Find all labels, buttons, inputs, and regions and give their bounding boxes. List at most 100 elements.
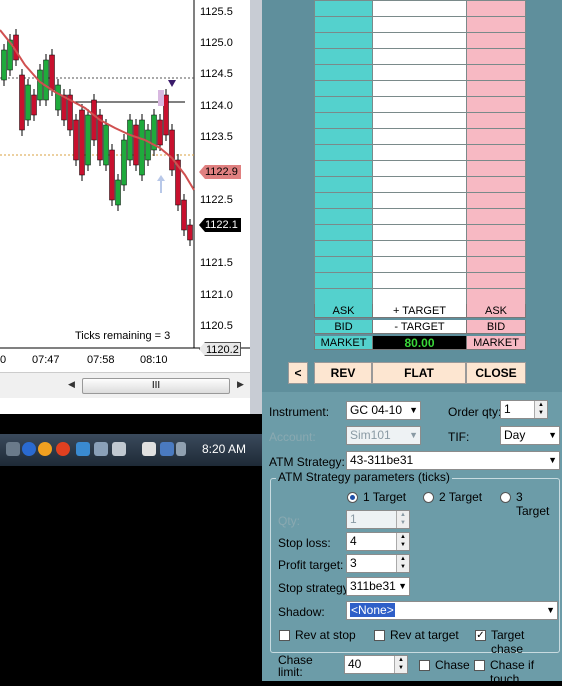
scroll-right-icon[interactable]: ▶ (237, 379, 244, 390)
chase-limit-label: Chase limit: (278, 653, 313, 679)
y-tick-label: 1123.5 (200, 131, 233, 143)
x-tick-label: 07:47 (32, 354, 60, 366)
market-sell-button[interactable]: MARKET (466, 336, 526, 350)
price-ladder[interactable]: ASK + TARGET ASK BID - TARGET BID MARKET… (314, 0, 526, 352)
scroll-left-icon[interactable]: ◀ (68, 379, 75, 390)
tif-select[interactable]: Day ▼ (500, 426, 560, 445)
y-tick-label: 1124.5 (200, 68, 233, 80)
target-chase-label[interactable]: Target chase (491, 628, 559, 656)
scrollbar-thumb[interactable]: III (82, 378, 230, 394)
tray-browser-icon[interactable] (38, 442, 52, 456)
last-price-tag: 1122.1 (199, 218, 241, 232)
chevron-down-icon: ▼ (548, 430, 557, 440)
shadow-select[interactable]: <None> ▼ (346, 601, 558, 620)
chase-if-touch-checkbox[interactable] (474, 660, 485, 671)
tray-app-icon[interactable] (6, 442, 20, 456)
chevron-down-icon: ▼ (398, 581, 407, 591)
tray-app-icon[interactable] (112, 442, 126, 456)
sell-marker (158, 90, 164, 106)
instrument-select[interactable]: GC 04-10 ▼ (346, 401, 421, 420)
atm-strategy-select[interactable]: 43-311be31 ▼ (346, 451, 560, 470)
low-price-tag: 1120.2 (199, 342, 241, 356)
down-arrow-marker (168, 80, 176, 87)
atm-params-title: ATM Strategy parameters (ticks) (276, 470, 452, 484)
rev-at-stop-checkbox[interactable] (279, 630, 290, 641)
tray-network-icon[interactable] (160, 442, 174, 456)
rev-at-stop-label[interactable]: Rev at stop (295, 628, 356, 642)
rev-at-target-checkbox[interactable] (374, 630, 385, 641)
chase-limit-stepper[interactable]: 40 ▲ ▼ (344, 655, 408, 674)
account-select: Sim101 ▼ (346, 426, 421, 445)
close-button[interactable]: CLOSE (466, 362, 526, 384)
window-frame (250, 0, 262, 414)
qty-label: Qty: (278, 514, 301, 528)
flat-button[interactable]: FLAT (372, 362, 466, 384)
pnl-display: 80.00 (372, 336, 466, 350)
account-label: Account: (269, 430, 316, 444)
x-tick-label: 08:10 (140, 354, 168, 366)
bid-label-right: BID (466, 320, 526, 334)
clock[interactable]: 8:20 AM (202, 442, 246, 456)
order-settings-panel: Instrument: GC 04-10 ▼ Order qty: 1 ▲ ▼ Acc… (262, 392, 562, 686)
x-tick-label: 0 (0, 354, 7, 366)
rev-at-target-label[interactable]: Rev at target (390, 628, 459, 642)
radio-1-target-label[interactable]: 1 Target (363, 490, 406, 504)
radio-2-target-label[interactable]: 2 Target (439, 490, 482, 504)
tif-label: TIF: (448, 430, 470, 444)
y-tick-label: 1122.5 (200, 194, 233, 206)
back-button[interactable]: < (288, 362, 308, 384)
chase-if-touch-label[interactable]: Chase if touch (490, 658, 562, 686)
chase-checkbox[interactable] (419, 660, 430, 671)
stop-strategy-label: Stop strategy: (278, 581, 353, 595)
radio-3-target[interactable] (500, 492, 511, 503)
spinner-icon: ▲ ▼ (396, 511, 409, 528)
spinner-icon[interactable]: ▲ ▼ (396, 533, 409, 550)
qty-stepper: 1 ▲ ▼ (346, 510, 410, 529)
atm-strategy-label: ATM Strategy: (269, 455, 345, 469)
stop-strategy-select[interactable]: 311be31 ▼ (346, 577, 410, 596)
chart-canvas (0, 0, 250, 349)
order-qty-label: Order qty: (448, 405, 502, 419)
rev-button[interactable]: REV (314, 362, 372, 384)
shadow-label: Shadow: (278, 605, 325, 619)
chevron-down-icon: ▼ (546, 605, 555, 615)
ask-label-right: ASK (466, 304, 526, 318)
ask-label: ASK (314, 304, 372, 318)
market-buy-button[interactable]: MARKET (314, 336, 372, 350)
tray-app-icon[interactable] (94, 442, 108, 456)
radio-2-target[interactable] (423, 492, 434, 503)
buy-arrow-marker (157, 175, 165, 193)
chevron-down-icon: ▼ (409, 430, 418, 440)
horizontal-scrollbar[interactable]: ◀ III ▶ (0, 372, 250, 398)
tray-volume-icon[interactable] (176, 442, 186, 456)
stop-loss-stepper[interactable]: 4 ▲ ▼ (346, 532, 410, 551)
atm-params-group: ATM Strategy parameters (ticks) 1 Target… (270, 470, 560, 656)
candles-group (1, 29, 193, 246)
radio-1-target[interactable] (347, 492, 358, 503)
chevron-down-icon: ▼ (548, 455, 557, 465)
tray-app-icon[interactable] (56, 442, 70, 456)
tray-app-icon[interactable] (142, 442, 156, 456)
spinner-icon[interactable]: ▲ ▼ (396, 555, 409, 572)
profit-target-label: Profit target: (278, 558, 344, 572)
profit-target-stepper[interactable]: 3 ▲ ▼ (346, 554, 410, 573)
target-chase-checkbox[interactable]: ✓ (475, 630, 486, 641)
bid-label: BID (314, 320, 372, 334)
tray-app-icon[interactable] (22, 442, 36, 456)
y-tick-label: 1120.5 (200, 320, 233, 332)
ticks-remaining-label: Ticks remaining = 3 (75, 330, 171, 342)
tray-app-icon[interactable] (76, 442, 90, 456)
radio-3-target-label[interactable]: 3 Target (516, 490, 559, 518)
spinner-icon[interactable]: ▲ ▼ (534, 401, 547, 418)
minus-target-label: - TARGET (372, 320, 466, 334)
plus-target-label: + TARGET (372, 304, 466, 318)
chase-label[interactable]: Chase (435, 658, 470, 672)
taskbar: 8:20 AM (0, 434, 262, 466)
instrument-label: Instrument: (269, 405, 330, 419)
stop-loss-label: Stop loss: (278, 536, 331, 550)
target-price-tag: 1122.9 (199, 165, 241, 179)
price-chart[interactable]: 1125.5 1125.0 1124.5 1124.0 1123.5 1122.… (0, 0, 250, 414)
order-qty-stepper[interactable]: 1 ▲ ▼ (500, 400, 548, 419)
y-tick-label: 1125.0 (200, 37, 233, 49)
spinner-icon[interactable]: ▲ ▼ (394, 656, 407, 673)
